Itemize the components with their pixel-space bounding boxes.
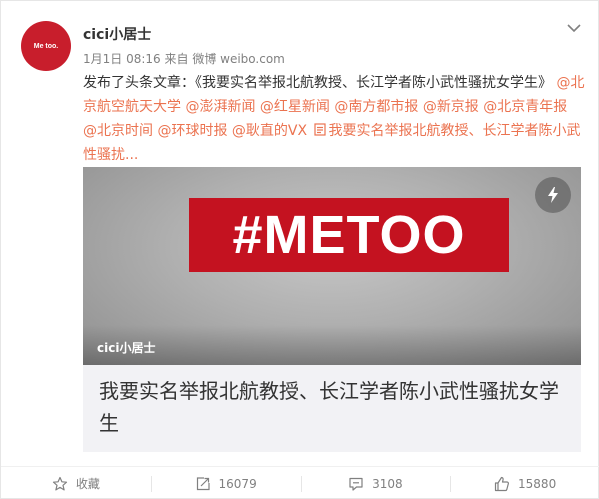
banner-text: #METOO: [232, 205, 466, 265]
action-bar: 收藏 16079 3108 15880: [1, 467, 599, 499]
lightning-icon[interactable]: [535, 177, 571, 213]
comment-button[interactable]: 3108: [300, 467, 451, 499]
article-card[interactable]: #METOO cici小居士 我要实名举报北航教授、长江学者陈小武性骚扰女学生: [83, 167, 581, 452]
favorite-button[interactable]: 收藏: [1, 467, 151, 499]
article-doc-icon: [313, 123, 326, 136]
mention-link[interactable]: @北京青年报: [483, 99, 567, 115]
post-prefix: 发布了头条文章：《我要实名举报北航教授、长江学者陈小武性骚扰女学生》: [83, 75, 552, 91]
post-meta: 1月1日 08:16 来自 微博 weibo.com: [83, 50, 285, 67]
mention-link[interactable]: @环球时报: [157, 123, 227, 139]
chevron-down-icon[interactable]: [566, 21, 582, 35]
username[interactable]: cici小居士: [83, 24, 151, 44]
mention-link[interactable]: @澎湃新闻: [185, 99, 255, 115]
repost-count: 16079: [218, 476, 257, 491]
metoo-banner: #METOO: [189, 198, 509, 272]
post-time[interactable]: 1月1日 08:16: [83, 52, 161, 66]
comment-icon: [349, 477, 363, 491]
article-title[interactable]: 我要实名举报北航教授、长江学者陈小武性骚扰女学生: [99, 375, 569, 439]
favorite-label: 收藏: [75, 477, 100, 491]
mention-link[interactable]: @南方都市报: [334, 99, 418, 115]
comment-count: 3108: [372, 476, 403, 491]
avatar-text: Me too.: [33, 42, 59, 50]
like-button[interactable]: 15880: [450, 467, 599, 499]
mention-link[interactable]: @红星新闻: [260, 99, 330, 115]
post-text: 发布了头条文章：《我要实名举报北航教授、长江学者陈小武性骚扰女学生》 @北京航空…: [83, 71, 585, 167]
repost-icon: [196, 476, 210, 490]
mention-link[interactable]: @耿直的VX: [232, 123, 307, 139]
thumbs-up-icon: [494, 476, 510, 491]
mention-link[interactable]: @北京时间: [83, 123, 153, 139]
mention-link[interactable]: @新京报: [423, 99, 479, 115]
star-icon: [52, 476, 67, 490]
like-count: 15880: [518, 476, 557, 491]
article-cover-image: #METOO cici小居士: [83, 167, 581, 365]
post-source: 来自 微博 weibo.com: [164, 52, 285, 66]
cover-author: cici小居士: [97, 341, 156, 355]
weibo-post-card: Me too. cici小居士 1月1日 08:16 来自 微博 weibo.c…: [0, 0, 599, 499]
repost-button[interactable]: 16079: [150, 467, 301, 499]
avatar[interactable]: Me too.: [21, 21, 71, 71]
